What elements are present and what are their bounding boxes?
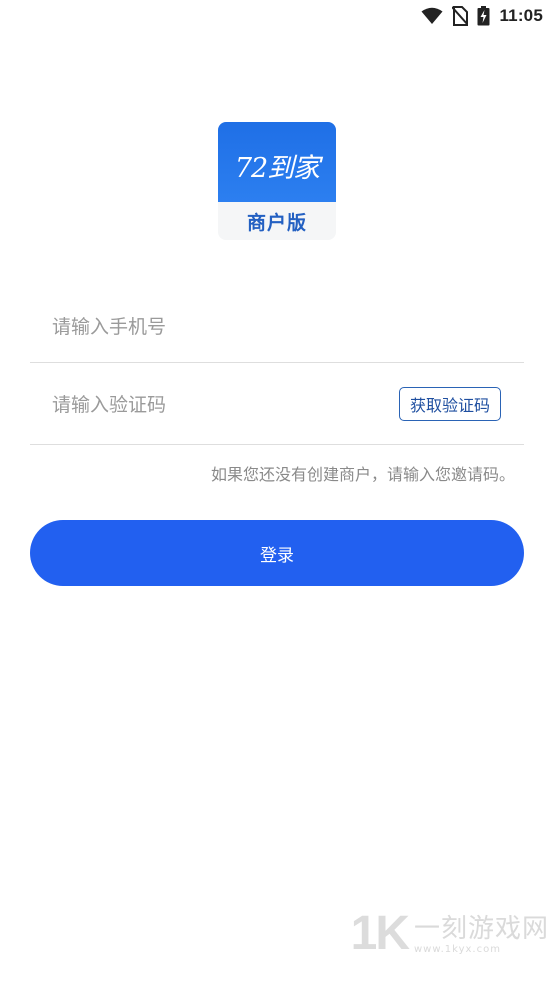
logo-title: 72到家 bbox=[234, 153, 320, 184]
watermark-logo: 1K bbox=[350, 907, 410, 960]
verification-code-input[interactable] bbox=[52, 388, 382, 422]
watermark: 1K 一刻游戏网 www.1kyx.com bbox=[351, 910, 549, 958]
no-sim-icon bbox=[452, 6, 469, 26]
get-code-button[interactable]: 获取验证码 bbox=[399, 387, 501, 421]
phone-input[interactable] bbox=[52, 310, 382, 344]
logo-subtitle: 商户版 bbox=[246, 212, 307, 234]
status-time: 11:05 bbox=[499, 6, 543, 25]
app-logo: 72到家 商户版 bbox=[218, 122, 336, 240]
status-bar: 11:05 bbox=[0, 0, 553, 32]
watermark-text: 一刻游戏网 www.1kyx.com bbox=[414, 914, 549, 955]
watermark-name: 一刻游戏网 bbox=[413, 913, 549, 944]
invite-code-hint: 如果您还没有创建商户，请输入您邀请码。 bbox=[210, 465, 515, 484]
wifi-icon bbox=[421, 7, 443, 25]
login-button[interactable]: 登录 bbox=[30, 520, 524, 586]
phone-field bbox=[30, 296, 524, 363]
battery-charging-icon bbox=[477, 6, 490, 26]
watermark-url: www.1kyx.com bbox=[413, 943, 501, 955]
code-field: 获取验证码 bbox=[30, 374, 524, 445]
status-icons: 11:05 bbox=[421, 6, 543, 26]
